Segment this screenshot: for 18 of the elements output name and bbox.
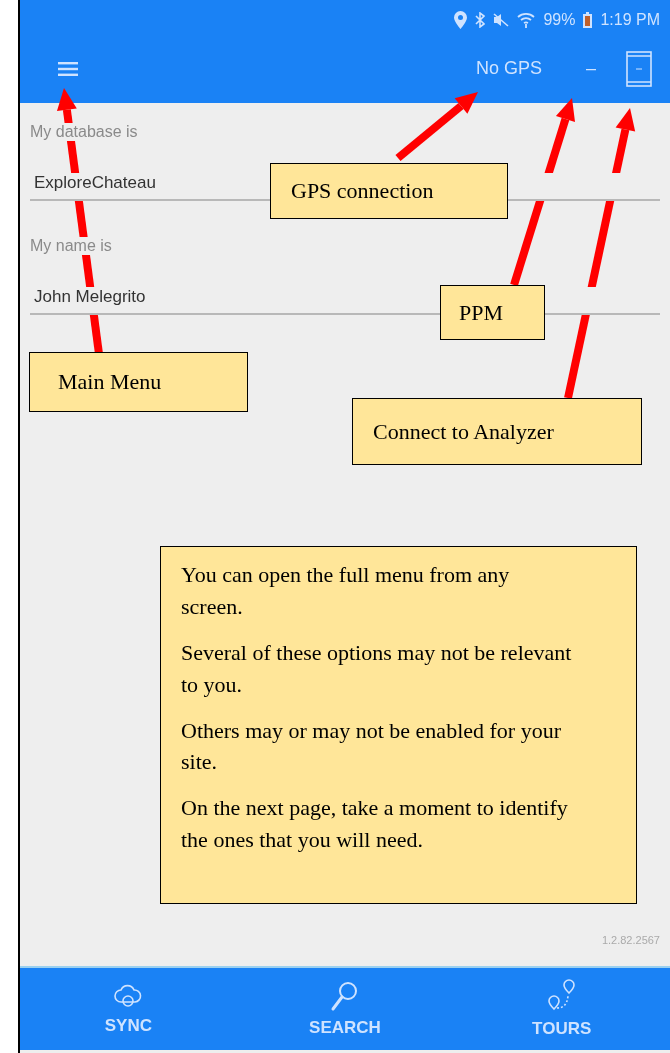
clock-time: 1:19 PM	[600, 11, 660, 29]
callout-label: Main Menu	[29, 352, 248, 412]
note-paragraph: You can open the full menu from any screen.	[181, 561, 511, 621]
battery-percentage: 99%	[543, 11, 576, 29]
field-label: My database is	[30, 123, 138, 141]
nav-tab[interactable]: SYNC	[20, 968, 237, 1050]
nav-tab[interactable]: TOURS	[453, 968, 670, 1050]
callout-label: PPM	[440, 285, 545, 340]
note-paragraph: Others may or may not be enabled for your site.	[181, 716, 562, 777]
nav-tab[interactable]: SEARCH	[236, 968, 454, 1050]
version-number: 1.2.82.2567	[601, 934, 660, 946]
callout-label: Connect to Analyzer	[352, 398, 642, 465]
note-paragraph: On the next page, take a moment to identify the ones that you will need.	[181, 794, 569, 855]
callout-label: GPS connection	[270, 163, 508, 219]
gps-status: No GPS	[475, 58, 542, 79]
field-label: My name is	[30, 237, 112, 255]
note-paragraph: Several of these options may not be relevant to you.	[181, 638, 573, 699]
ppm-reading: –	[586, 58, 596, 79]
